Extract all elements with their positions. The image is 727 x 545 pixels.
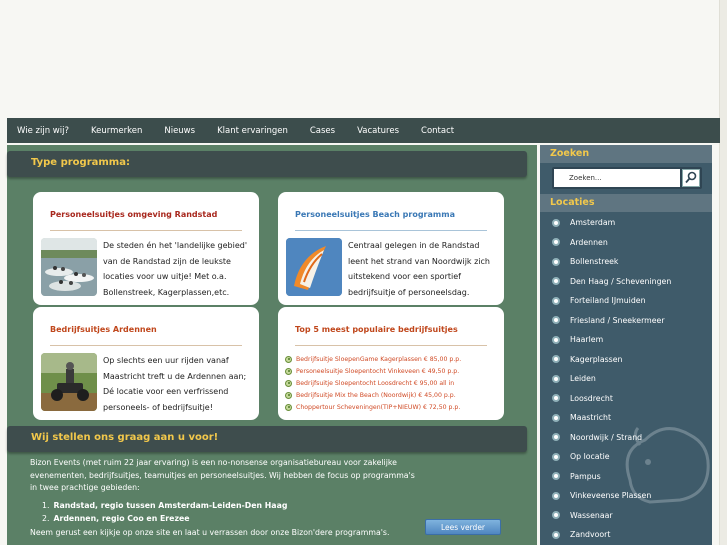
card-title[interactable]: Top 5 meest populaire bedrijfsuitjes: [295, 325, 458, 334]
focus-list: 1. Randstad, regio tussen Amsterdam-Leide…: [42, 500, 287, 525]
bullet-icon: [552, 277, 560, 286]
bullet-icon: [552, 433, 560, 442]
bullet-icon: [552, 511, 560, 520]
list-item[interactable]: Choppertour Scheveningen(TIP+NIEUW) € 72…: [285, 401, 500, 413]
kite-image: [286, 238, 342, 296]
card-text: De steden én het 'landelijke gebied' van…: [103, 241, 248, 297]
bullet-icon: [285, 403, 292, 411]
location-item[interactable]: Friesland / Sneekermeer: [540, 311, 712, 331]
list-item[interactable]: Bedrijfsuitje SloepenGame Kagerplassen €…: [285, 353, 500, 365]
nav-item-nieuws[interactable]: Nieuws: [164, 126, 195, 136]
location-item[interactable]: Bollenstreek: [540, 252, 712, 272]
bullet-icon: [285, 355, 292, 363]
top5-list: Bedrijfsuitje SloepenGame Kagerplassen €…: [285, 353, 500, 413]
main-nav: Wie zijn wij? Keurmerken Nieuws Klant er…: [7, 118, 720, 143]
header-area: [0, 0, 727, 118]
bullet-icon: [552, 413, 560, 422]
page-edge: [719, 0, 727, 545]
nav-item-keurmerken[interactable]: Keurmerken: [91, 126, 142, 136]
location-item[interactable]: Amsterdam: [540, 213, 712, 233]
card-top5: Top 5 meest populaire bedrijfsuitjes Bed…: [278, 307, 504, 420]
bullet-icon: [285, 379, 292, 387]
nav-item-klant-ervaringen[interactable]: Klant ervaringen: [217, 126, 288, 136]
location-item[interactable]: Den Haag / Scheveningen: [540, 272, 712, 292]
card-title[interactable]: Bedrijfsuitjes Ardennen: [50, 325, 157, 334]
bullet-icon: [552, 218, 560, 227]
section-title: Wij stellen ons graag aan u voor!: [31, 432, 219, 443]
location-item[interactable]: Op locatie: [540, 447, 712, 467]
lees-verder-button[interactable]: Lees verder: [425, 519, 501, 535]
bullet-icon: [285, 367, 292, 375]
nav-item-cases[interactable]: Cases: [310, 126, 335, 136]
bullet-icon: [552, 257, 560, 266]
list-item[interactable]: Bedrijfsuitje Sloepentocht Loosdrecht € …: [285, 377, 500, 389]
location-item[interactable]: Maastricht: [540, 408, 712, 428]
location-item[interactable]: Loosdrecht: [540, 389, 712, 409]
location-item[interactable]: Zandvoort: [540, 525, 712, 545]
card-text: Op slechts een uur rijden vanaf Maastric…: [103, 356, 247, 412]
search-button[interactable]: [682, 169, 700, 187]
card-beach[interactable]: Personeelsuitjes Beach programma Centraa…: [278, 192, 504, 305]
locations-heading: Locaties: [540, 194, 712, 212]
location-item[interactable]: Wassenaar: [540, 506, 712, 526]
bullet-icon: [552, 394, 560, 403]
sidebar: Zoeken Locaties Amsterdam Ardennen Bolle…: [540, 145, 712, 545]
section-title: Type programma:: [31, 157, 130, 168]
location-item[interactable]: Pampus: [540, 467, 712, 487]
bullet-icon: [552, 316, 560, 325]
location-item[interactable]: Leiden: [540, 369, 712, 389]
boats-image: [41, 238, 97, 296]
outro-text: Neem gerust een kijkje op onze site en l…: [30, 528, 390, 537]
bullet-icon: [552, 296, 560, 305]
card-title[interactable]: Personeelsuitjes Beach programma: [295, 210, 455, 219]
location-item[interactable]: Noordwijk / Strand: [540, 428, 712, 448]
bullet-icon: [552, 374, 560, 383]
locations-list: Amsterdam Ardennen Bollenstreek Den Haag…: [540, 213, 712, 545]
bullet-icon: [552, 452, 560, 461]
bullet-icon: [552, 530, 560, 539]
search-heading: Zoeken: [540, 145, 712, 163]
bullet-icon: [552, 472, 560, 481]
nav-item-wie-zijn-wij[interactable]: Wie zijn wij?: [17, 126, 69, 136]
nav-item-contact[interactable]: Contact: [421, 126, 454, 136]
quad-image: [41, 353, 97, 411]
section-bar-wij-stellen: Wij stellen ons graag aan u voor!: [7, 420, 527, 456]
bullet-icon: [552, 335, 560, 344]
bullet-icon: [552, 355, 560, 364]
section-bar-type-programma: Type programma:: [7, 145, 527, 181]
location-item[interactable]: Ardennen: [540, 233, 712, 253]
list-item: 1. Randstad, regio tussen Amsterdam-Leide…: [42, 501, 288, 510]
card-text: Centraal gelegen in de Randstad leent he…: [348, 241, 490, 297]
nav-item-vacatures[interactable]: Vacatures: [357, 126, 399, 136]
search-icon: [685, 171, 697, 184]
intro-text: Bizon Events (met ruim 22 jaar ervaring)…: [30, 458, 415, 492]
bullet-icon: [552, 491, 560, 500]
bullet-icon: [285, 391, 292, 399]
location-item[interactable]: Vinkeveense Plassen: [540, 486, 712, 506]
list-item: 2. Ardennen, regio Coo en Erezee: [42, 513, 190, 523]
main-content: Type programma: Personeelsuitjes omgevin…: [7, 145, 537, 545]
card-ardennen[interactable]: Bedrijfsuitjes Ardennen Op slechts een u…: [33, 307, 259, 420]
search-box: [552, 167, 702, 189]
bullet-icon: [552, 238, 560, 247]
list-item[interactable]: Personeelsuitje Sloepentocht Vinkeveen €…: [285, 365, 500, 377]
search-input[interactable]: [554, 169, 680, 187]
card-randstad[interactable]: Personeelsuitjes omgeving Randstad De st…: [33, 192, 259, 305]
location-item[interactable]: Kagerplassen: [540, 350, 712, 370]
location-item[interactable]: Forteiland IJmuiden: [540, 291, 712, 311]
card-title[interactable]: Personeelsuitjes omgeving Randstad: [50, 210, 217, 219]
location-item[interactable]: Haarlem: [540, 330, 712, 350]
list-item[interactable]: Bedrijfsuitje Mix the Beach (Noordwijk) …: [285, 389, 500, 401]
